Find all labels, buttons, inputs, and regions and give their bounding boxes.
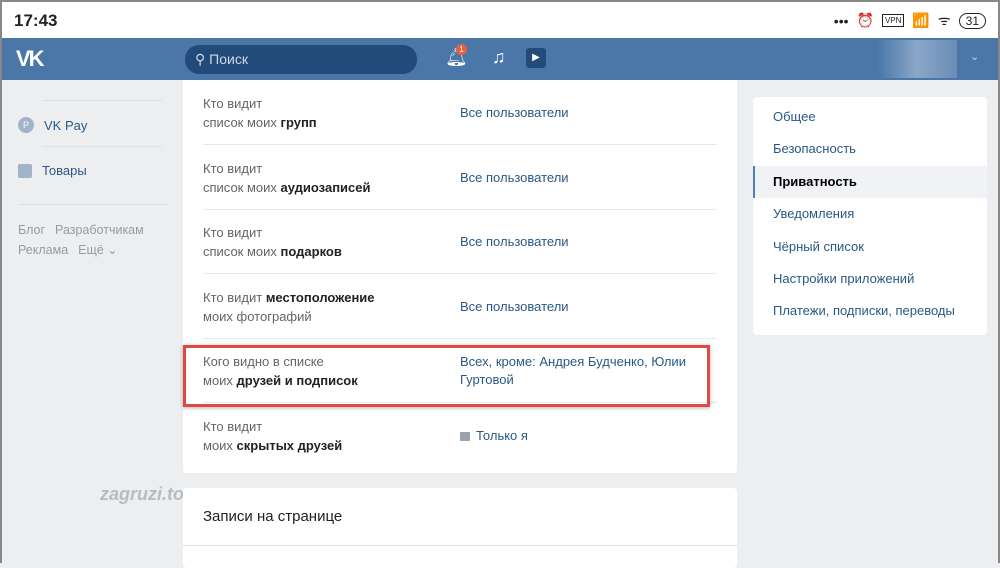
settings-menu-item[interactable]: Платежи, подписки, переводы [753, 295, 987, 327]
vkpay-icon: P [18, 117, 34, 133]
label-text: список моих [203, 179, 281, 195]
privacy-value: Все пользователи [460, 298, 569, 314]
video-icon[interactable]: ▶ [526, 48, 546, 68]
sidebar-item-vkpay[interactable]: P VK Pay [18, 117, 87, 133]
battery-icon: 31 [958, 12, 986, 29]
settings-menu-item[interactable]: Уведомления [753, 198, 987, 230]
section-title: Записи на странице [203, 508, 343, 525]
alarm-icon: ⏰ [856, 12, 874, 28]
vpn-icon: VPN [881, 14, 905, 27]
privacy-value-link[interactable]: Только я [460, 404, 710, 468]
settings-menu-item[interactable]: Чёрный список [753, 231, 987, 263]
settings-menu-item[interactable]: Общее [753, 101, 987, 133]
search-input[interactable]: ⚲ Поиск [185, 45, 417, 74]
search-placeholder: Поиск [209, 51, 248, 67]
label-bold: местоположение [265, 289, 375, 305]
status-icons: ••• ⏰ VPN 📶 ᯤ 31 [834, 11, 986, 30]
search-icon: ⚲ [195, 51, 210, 67]
divider [42, 146, 162, 147]
label-text: список моих [203, 115, 281, 130]
settings-menu-item[interactable]: Настройки приложений [753, 263, 987, 295]
label-text: список моих [203, 244, 281, 259]
settings-menu-item[interactable]: Безопасность [753, 133, 987, 165]
footer-link-ads[interactable]: Реклама [18, 243, 68, 257]
sidebar-item-goods[interactable]: Товары [18, 163, 87, 178]
status-bar: 17:43 ••• ⏰ VPN 📶 ᯤ 31 [0, 0, 1000, 38]
wifi-icon: ᯤ [937, 12, 951, 28]
label-text: моих [203, 437, 237, 453]
footer-link-more[interactable]: Ещё ⌄ [78, 243, 118, 257]
privacy-value-link[interactable]: Все пользователи [460, 81, 710, 145]
avatar[interactable] [877, 40, 957, 78]
privacy-value: Все пользователи [460, 234, 569, 249]
privacy-value-link[interactable]: Все пользователи [460, 146, 710, 210]
footer-link-developers[interactable]: Разработчикам [55, 223, 144, 237]
privacy-row: Кто видит список моих аудиозаписей Все по… [203, 146, 717, 210]
label-text: моих фотографий [203, 308, 312, 324]
privacy-label: Кто видит список моих подарков [203, 210, 342, 274]
privacy-value-link[interactable]: Все пользователи [460, 210, 710, 274]
label-text: Кто видит [203, 225, 263, 240]
label-text: Кто видит [203, 289, 266, 305]
sidebar-item-label: VK Pay [44, 117, 88, 133]
settings-menu-item[interactable]: Приватность [753, 165, 987, 199]
label-text: Кто видит [203, 96, 263, 111]
highlight-box [183, 345, 710, 407]
label-bold: скрытых друзей [236, 437, 343, 453]
notification-badge: 1 [456, 44, 467, 55]
label-text: Кто видит [203, 418, 263, 434]
watermark: zagruzi.top [100, 484, 195, 504]
privacy-value: Только я [476, 427, 528, 443]
privacy-label: Кто видит местоположение моих фотографий [203, 275, 375, 339]
privacy-settings-card: Кто видит список моих групп Все пользоват… [183, 80, 737, 473]
privacy-label: Кто видит моих скрытых друзей [203, 404, 342, 468]
privacy-label: Кто видит список моих аудиозаписей [203, 146, 371, 210]
bag-icon [18, 163, 32, 178]
privacy-value: Все пользователи [460, 105, 569, 120]
privacy-row: Кто видит список моих подарков Все пользо… [203, 210, 717, 274]
privacy-row: Кто видит местоположение моих фотографий … [203, 275, 717, 339]
footer-link-blog[interactable]: Блог [18, 223, 45, 237]
vk-logo[interactable]: VK [16, 46, 45, 72]
privacy-label: Кто видит список моих групп [203, 81, 317, 145]
music-icon[interactable]: ♫ [492, 47, 506, 68]
divider [18, 204, 168, 205]
clock: 17:43 [14, 11, 58, 30]
label-bold: подарков [280, 244, 342, 259]
lock-icon [460, 432, 470, 441]
privacy-row: Кто видит список моих групп Все пользоват… [203, 81, 717, 145]
privacy-value: Все пользователи [460, 169, 569, 185]
privacy-value-link[interactable]: Все пользователи [460, 275, 710, 339]
settings-menu: Общее Безопасность Приватность Уведомления Ч… [753, 97, 987, 335]
top-bar: VK ⚲ Поиск 🔔︎ 1 ♫ ▶ ⌄ [0, 38, 1000, 80]
label-bold: групп [280, 115, 317, 130]
label-text: Кто видит [203, 160, 263, 176]
signal-icon: 📶 [912, 12, 930, 28]
divider [42, 100, 162, 101]
wall-posts-section: Записи на странице [183, 488, 737, 568]
sidebar-item-label: Товары [42, 163, 87, 178]
more-dots-icon: ••• [833, 12, 849, 29]
chevron-down-icon[interactable]: ⌄ [970, 50, 979, 63]
privacy-row: Кто видит моих скрытых друзей Только я [203, 404, 717, 468]
label-bold: аудиозаписей [280, 179, 371, 195]
divider [183, 545, 737, 546]
